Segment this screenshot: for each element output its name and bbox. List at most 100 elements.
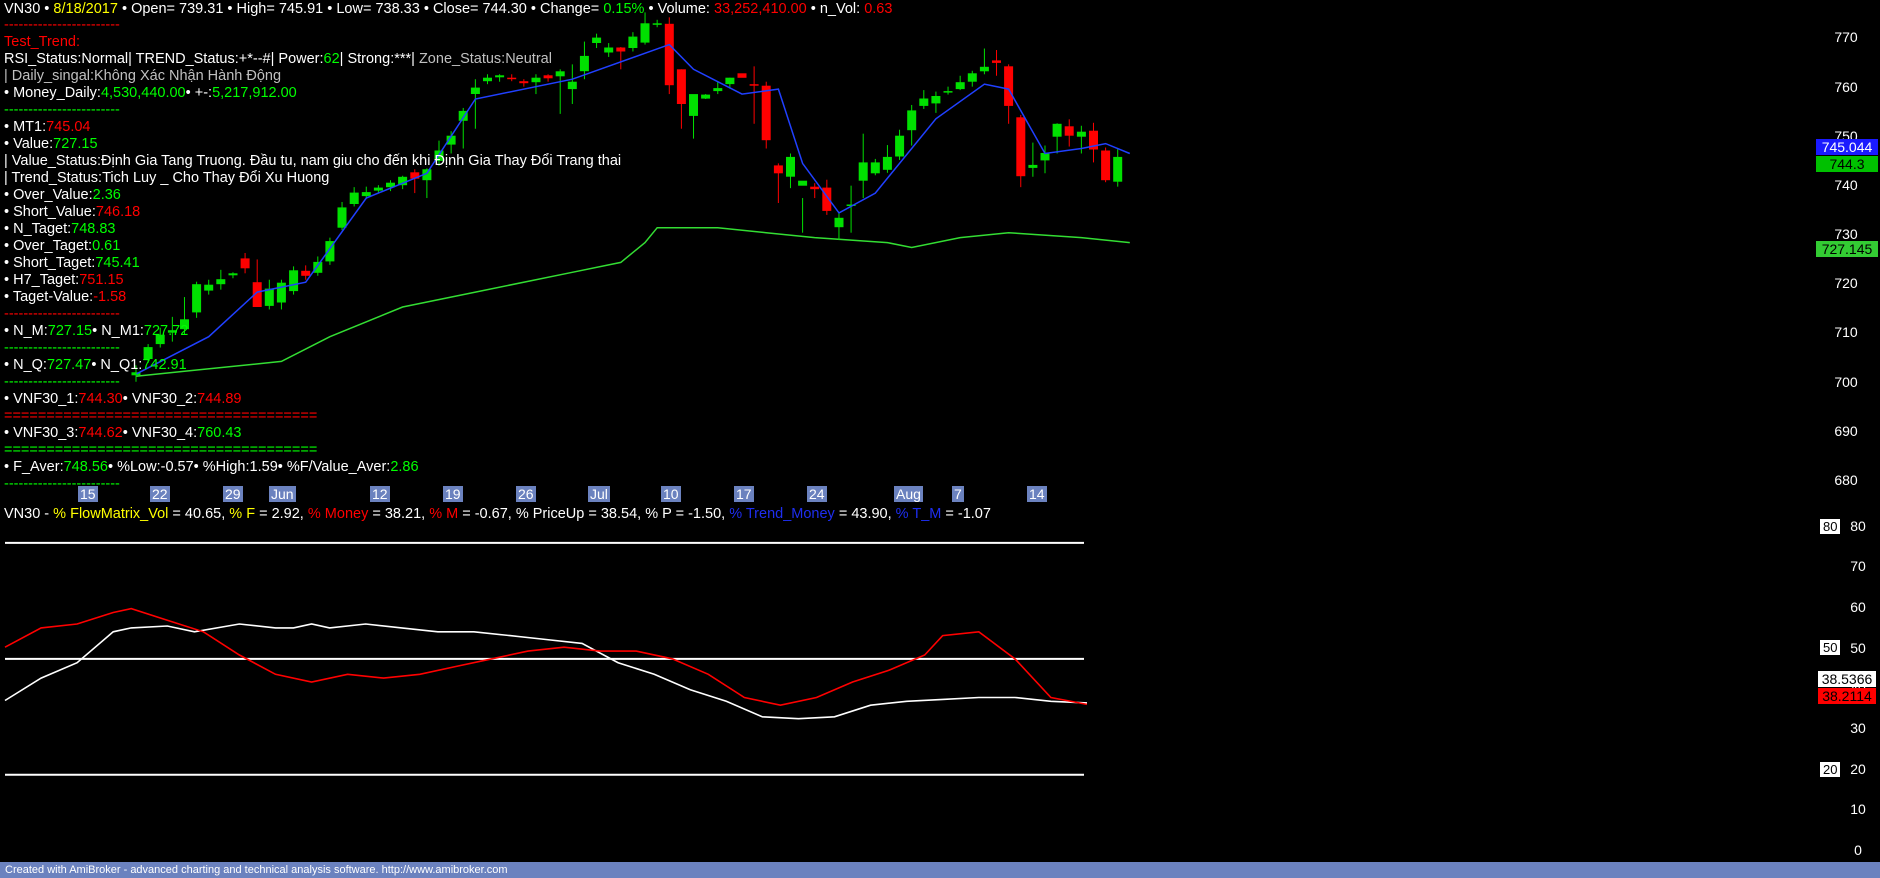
money-daily-value: 4,530,440.00 [100,85,186,101]
candle-body [761,85,771,141]
chart-area[interactable]: VN30 • 8/18/2017 • Open= 739.31 • High= … [0,0,1880,862]
low-value: 738.33 [375,1,420,17]
candle-body [713,88,723,92]
n-q1-label: • N_Q1: [91,357,143,373]
separator: ------------------------ [4,306,120,322]
date-tick: Jun [269,486,296,502]
candle-body [979,66,989,72]
candle-body [470,87,480,94]
m-label: % M [429,506,459,522]
change-label: • Change= [526,1,604,17]
candle-body [725,77,735,85]
candle-body [1016,117,1026,177]
candle-body [967,73,977,82]
candle-body [228,273,238,276]
osc-line-white [4,623,1088,720]
date-tick: 12 [370,486,390,502]
osc-axis-label: 10 [1850,801,1866,817]
short-value-line: • Short_Value:746.18 [4,204,140,221]
h7-taget-label: • H7_Taget: [4,272,80,288]
candle-body [652,23,662,25]
candle-body [1113,156,1123,182]
candle-body [531,77,541,83]
taget-value-line: • Taget-Value:-1.58 [4,289,126,306]
taget-value-label: • Taget-Value: [4,289,94,305]
vnf30-34-line: • VNF30_3:744.62• VNF30_4:760.43 [4,425,242,442]
money-delta-label: • +-: [185,85,213,101]
candle-body [276,282,286,303]
n-q-value: 727.47 [46,357,92,373]
candle-body [567,81,577,90]
candle-body [640,23,650,43]
price-axis-label: 730 [1834,226,1858,242]
value-line: • Value:727.15 [4,136,98,153]
candle-body [495,75,505,78]
n-m-value: 727.15 [47,323,93,339]
fvalue-label: • %F/Value_Aver: [277,459,391,475]
money-delta-value: 5,217,912.00 [212,85,297,101]
candle-body [931,96,941,104]
f-value: = 2.92, [255,506,308,522]
taget-value-value: -1.58 [93,289,127,305]
vnf30-2-label: • VNF30_2: [122,391,198,407]
strong-status: | Strong:***| [339,51,419,67]
money-daily-line: • Money_Daily:4,530,440.00• +-:5,217,912… [4,85,297,102]
mt1-label: • MT1: [4,119,47,135]
vnf30-12-line: • VNF30_1:744.30• VNF30_2:744.89 [4,391,242,408]
candle-body [519,81,529,84]
high-value: 745.91 [278,1,324,17]
date-tick: 24 [807,486,827,502]
candle-body [192,284,202,313]
candle-body [1052,123,1062,137]
tm-value: = -1.07 [941,506,991,522]
f-label: % F [229,506,256,522]
candle-body [1004,66,1014,106]
flow-value: = 40.65, [168,506,230,522]
chart-canvas[interactable] [0,0,1880,862]
short-taget-line: • Short_Taget:745.41 [4,255,140,272]
osc-line-red [4,607,1088,707]
high-pct-value: 1.59 [249,459,278,475]
candle-body [798,180,808,186]
candle-body [773,165,783,174]
short-value-value: 746.18 [95,204,141,220]
price-axis-label: 680 [1834,472,1858,488]
candle-body [507,77,517,80]
price-axis-label: 760 [1834,79,1858,95]
short-value-label: • Short_Value: [4,204,96,220]
value-status: | Value_Status:Định Gia Tang Truong. Đầu… [4,153,622,169]
mt1-line: • MT1:745.04 [4,119,91,136]
over-value-value: 2.36 [92,187,121,203]
candle-body [555,71,565,77]
n-q1-value: 742.91 [142,357,187,373]
date-tick: 22 [150,486,170,502]
header-sep: • [40,1,54,17]
candle-body [592,37,602,43]
candle-body [313,261,323,273]
money-daily-label: • Money_Daily: [4,85,101,101]
trend-money-label: % Trend_Money [729,506,835,522]
high-pct-label: • %High: [193,459,250,475]
n-m-line: • N_M:727.15• N_M1:727.72 [4,323,188,340]
open-value: 739.31 [179,1,224,17]
vnf30-4-label: • VNF30_4: [122,425,198,441]
candle-body [749,84,759,86]
level-tag-50: 50 [1820,640,1841,655]
candle-body [1101,150,1111,181]
date-tick: Aug [894,486,923,502]
candle-body [628,36,638,48]
price-axis-label: 710 [1834,324,1858,340]
f-aver-line: • F_Aver:748.56• %Low:-0.57• %High:1.59•… [4,459,419,476]
nvol-label: • n_Vol: [806,1,865,17]
date: 8/18/2017 [53,1,118,17]
n-q-label: • N_Q: [4,357,47,373]
rsi-status-line: RSI_Status:Normal| TREND_Status:+*--#| P… [4,51,552,68]
date-tick: Jul [588,486,610,502]
candle-body [895,135,905,157]
priceup-value: = 38.54, [584,506,646,522]
vnf30-1-label: • VNF30_1: [4,391,79,407]
volume-label: • Volume: [644,1,714,17]
high-label: • High= [223,1,279,17]
vnf30-2-value: 744.89 [197,391,242,407]
over-value-line: • Over_Value:2.36 [4,187,121,204]
